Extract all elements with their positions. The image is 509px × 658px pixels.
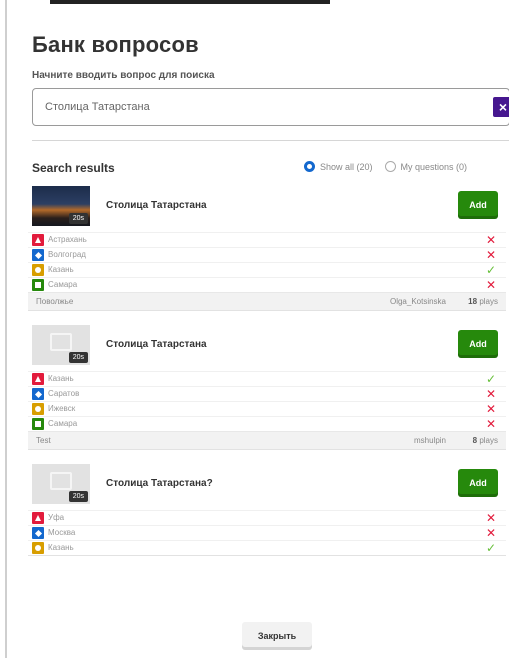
question-card-header: 20s Столица Татарстана Add [28,321,506,371]
answer-text: Самара [48,419,78,428]
question-card-header: 20s Столица Татарстана Add [28,182,506,232]
radio-unselected-icon[interactable] [384,161,396,172]
radio-selected-icon[interactable] [304,161,315,172]
window-top-edge [0,0,509,658]
answer-row: Ижевск ✕ [28,401,506,416]
filter-radio-group: Show all (20) My questions (0) [304,161,479,172]
answer-green-shape-icon [32,418,44,430]
answer-row: Казань ✓ [28,262,506,277]
plays-count: 8 plays [472,436,498,445]
left-border-line [5,0,7,658]
answer-blue-shape-icon [32,388,44,400]
answer-text: Ижевск [48,404,76,413]
question-card-footer: Поволжье Olga_Kotsinska 18 plays [28,292,506,310]
answer-row: Казань ✓ [28,371,506,386]
incorrect-x-icon: ✕ [485,387,496,401]
answer-text: Самара [48,280,78,289]
answer-red-shape-icon [32,512,44,524]
question-title: Столица Татарстана? [106,478,213,489]
answer-blue-shape-icon [32,527,44,539]
answer-text: Казань [48,543,74,552]
answer-text: Астрахань [48,235,87,244]
question-card-footer: Test mshulpin 8 plays [28,431,506,449]
clear-search-icon[interactable]: × [493,97,509,117]
source-quiz-name[interactable]: Test [36,436,51,445]
source-quiz-name[interactable]: Поволжье [36,297,73,306]
author-name[interactable]: Olga_Kotsinska [390,297,446,306]
card-spacer [28,450,509,460]
add-question-button[interactable]: Add [458,469,498,497]
incorrect-x-icon: ✕ [485,248,496,262]
question-thumbnail: 20s [32,186,90,226]
answer-row: Казань ✓ [28,540,506,555]
answer-row: Самара ✕ [28,416,506,431]
answer-blue-shape-icon [32,249,44,261]
results-list[interactable]: 20s Столица Татарстана Add Астрахань ✕ Волгог… [28,182,509,610]
incorrect-x-icon: ✕ [485,402,496,416]
question-thumbnail: 20s [32,325,90,365]
correct-check-icon: ✓ [485,263,496,277]
incorrect-x-icon: ✕ [485,233,496,247]
top-dark-strip [50,0,330,4]
question-title: Столица Татарстана [106,339,207,350]
author-name[interactable]: mshulpin [414,436,446,445]
filter-my-questions[interactable]: My questions (0) [384,161,468,172]
search-input[interactable]: Столица Татарстана × [32,88,509,126]
time-limit-badge: 20s [68,491,88,502]
close-button[interactable]: Закрыть [242,622,312,650]
question-bank-modal: Банк вопросов Начните вводить вопрос для… [14,14,509,658]
question-title: Столица Татарстана [106,200,207,211]
correct-check-icon: ✓ [485,541,496,555]
add-question-button[interactable]: Add [458,330,498,358]
answer-row: Волгоград ✕ [28,247,506,262]
answer-green-shape-icon [32,279,44,291]
time-limit-badge: 20s [68,352,88,363]
image-placeholder-icon [50,472,72,490]
incorrect-x-icon: ✕ [485,526,496,540]
answer-row: Уфа ✕ [28,510,506,525]
answer-yellow-shape-icon [32,403,44,415]
question-card: 20s Столица Татарстана Add Астрахань ✕ Волгог… [28,182,506,311]
filter-show-all-label: Show all (20) [320,161,373,172]
question-thumbnail: 20s [32,464,90,504]
incorrect-x-icon: ✕ [485,278,496,292]
modal-title: Банк вопросов [32,32,199,57]
search-hint-label: Начните вводить вопрос для поиска [32,70,215,81]
image-placeholder-icon [50,333,72,351]
answer-text: Москва [48,528,76,537]
answer-yellow-shape-icon [32,264,44,276]
question-card: 20s Столица Татарстана? Add Уфа ✕ Москва ✕ Каза… [28,460,506,556]
search-input-value[interactable]: Столица Татарстана [45,101,150,113]
answer-red-shape-icon [32,373,44,385]
filter-show-all[interactable]: Show all (20) [304,161,373,172]
answer-row: Москва ✕ [28,525,506,540]
search-results-heading: Search results [32,161,115,175]
answer-row: Астрахань ✕ [28,232,506,247]
card-spacer [28,311,509,321]
plays-count: 18 plays [468,297,498,306]
question-card: 20s Столица Татарстана Add Казань ✓ Саратов ✕ И… [28,321,506,450]
answer-text: Казань [48,265,74,274]
answer-red-shape-icon [32,234,44,246]
question-card-header: 20s Столица Татарстана? Add [28,460,506,510]
answer-text: Волгоград [48,250,86,259]
incorrect-x-icon: ✕ [485,511,496,525]
answer-text: Казань [48,374,74,383]
divider [32,140,509,141]
correct-check-icon: ✓ [485,372,496,386]
filter-my-questions-label: My questions (0) [400,161,468,172]
answer-text: Уфа [48,513,65,522]
answer-text: Саратов [48,389,80,398]
answer-yellow-shape-icon [32,542,44,554]
time-limit-badge: 20s [68,213,88,224]
incorrect-x-icon: ✕ [485,417,496,431]
add-question-button[interactable]: Add [458,191,498,219]
answer-row: Самара ✕ [28,277,506,292]
answer-row: Саратов ✕ [28,386,506,401]
